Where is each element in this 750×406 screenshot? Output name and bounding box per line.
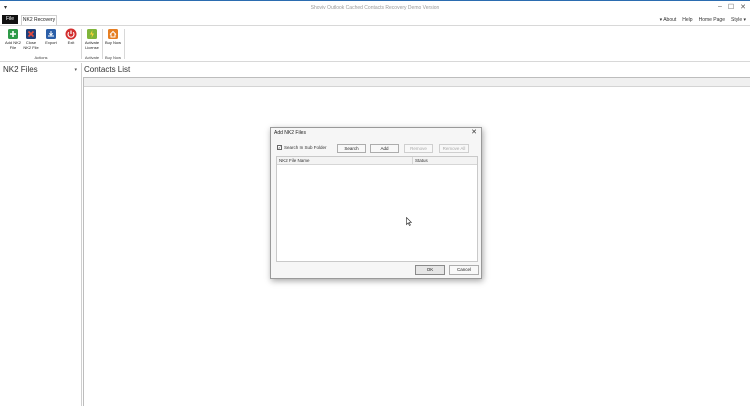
help-link[interactable]: Help	[682, 17, 692, 23]
group-label-buy-now: Buy Now	[104, 55, 121, 60]
activate-license-label: Activate License	[84, 40, 100, 50]
export-label: Export	[45, 40, 57, 45]
buy-icon	[108, 29, 118, 39]
dialog-close-icon[interactable]: ✕	[471, 128, 477, 136]
maximize-button[interactable]: ☐	[726, 3, 736, 11]
add-nk2-file-button[interactable]: Add NK2 File	[4, 28, 22, 50]
help-links: ▾ About Help Home Page Style ▾	[660, 17, 746, 23]
file-list-header: NK2 File Name Status	[277, 157, 477, 165]
column-nk2-file-name[interactable]: NK2 File Name	[279, 158, 310, 163]
minimize-button[interactable]: –	[715, 3, 725, 10]
nk2-file-list[interactable]: NK2 File Name Status	[276, 156, 478, 262]
nk2-files-panel: NK2 Files ▾	[0, 63, 82, 406]
search-sub-folder-checkbox[interactable]: ✓ Search In Sub Folder	[277, 145, 327, 150]
export-icon	[46, 29, 56, 39]
add-button[interactable]: Add	[370, 144, 399, 153]
contacts-list-header: Contacts List	[83, 63, 750, 77]
window-title: Shoviv Outlook Cached Contacts Recovery …	[310, 5, 440, 11]
style-link[interactable]: Style ▾	[731, 17, 746, 23]
power-icon	[65, 28, 77, 40]
dialog-footer: OK Cancel	[271, 264, 481, 280]
tab-nk2-recovery[interactable]: NK2 Recovery	[21, 15, 57, 25]
dialog-title: Add NK2 Files	[274, 130, 306, 136]
mouse-cursor-icon	[406, 217, 412, 226]
checkbox-check-icon[interactable]: ✓	[277, 145, 282, 150]
search-button[interactable]: Search	[337, 144, 366, 153]
title-bar: ▾ Shoviv Outlook Cached Contacts Recover…	[0, 0, 750, 15]
buy-now-button[interactable]: Buy Now	[104, 28, 122, 46]
ribbon-tab-strip: File NK2 Recovery ▾ About Help Home Page…	[0, 15, 750, 25]
add-file-icon	[8, 29, 18, 39]
export-button[interactable]: Export	[42, 28, 60, 46]
search-sub-folder-label: Search In Sub Folder	[284, 145, 327, 150]
remove-button[interactable]: Remove	[404, 144, 433, 153]
close-window-button[interactable]: ✕	[738, 3, 748, 11]
column-separator	[412, 157, 413, 165]
ribbon-separator	[124, 29, 125, 59]
add-nk2-files-dialog: Add NK2 Files ✕ ✓ Search In Sub Folder S…	[270, 127, 482, 279]
ok-button[interactable]: OK	[415, 265, 445, 275]
license-icon	[87, 29, 97, 39]
buy-now-label: Buy Now	[104, 40, 121, 45]
nk2-files-title: NK2 Files	[3, 65, 38, 74]
activate-license-button[interactable]: Activate License	[83, 28, 101, 50]
group-label-activate: Activate	[84, 55, 100, 60]
tab-file[interactable]: File	[2, 15, 18, 24]
ribbon: Add NK2 File Close NK2 File Export Exit …	[0, 25, 750, 62]
cancel-button[interactable]: Cancel	[449, 265, 479, 275]
contacts-grid-header	[84, 78, 750, 87]
add-nk2-file-label: Add NK2 File	[4, 40, 21, 50]
exit-button[interactable]: Exit	[62, 28, 80, 46]
remove-all-button[interactable]: Remove All	[439, 144, 469, 153]
exit-label: Exit	[67, 40, 75, 45]
about-link[interactable]: ▾ About	[660, 17, 677, 23]
close-nk2-file-button[interactable]: Close NK2 File	[22, 28, 40, 50]
close-nk2-file-label: Close NK2 File	[23, 40, 39, 50]
home-page-link[interactable]: Home Page	[699, 17, 725, 23]
group-label-actions: Actions	[34, 55, 48, 60]
panel-dropdown-icon[interactable]: ▾	[74, 67, 77, 73]
close-file-icon	[26, 29, 36, 39]
contacts-list-title: Contacts List	[84, 65, 131, 74]
column-status[interactable]: Status	[415, 158, 428, 163]
